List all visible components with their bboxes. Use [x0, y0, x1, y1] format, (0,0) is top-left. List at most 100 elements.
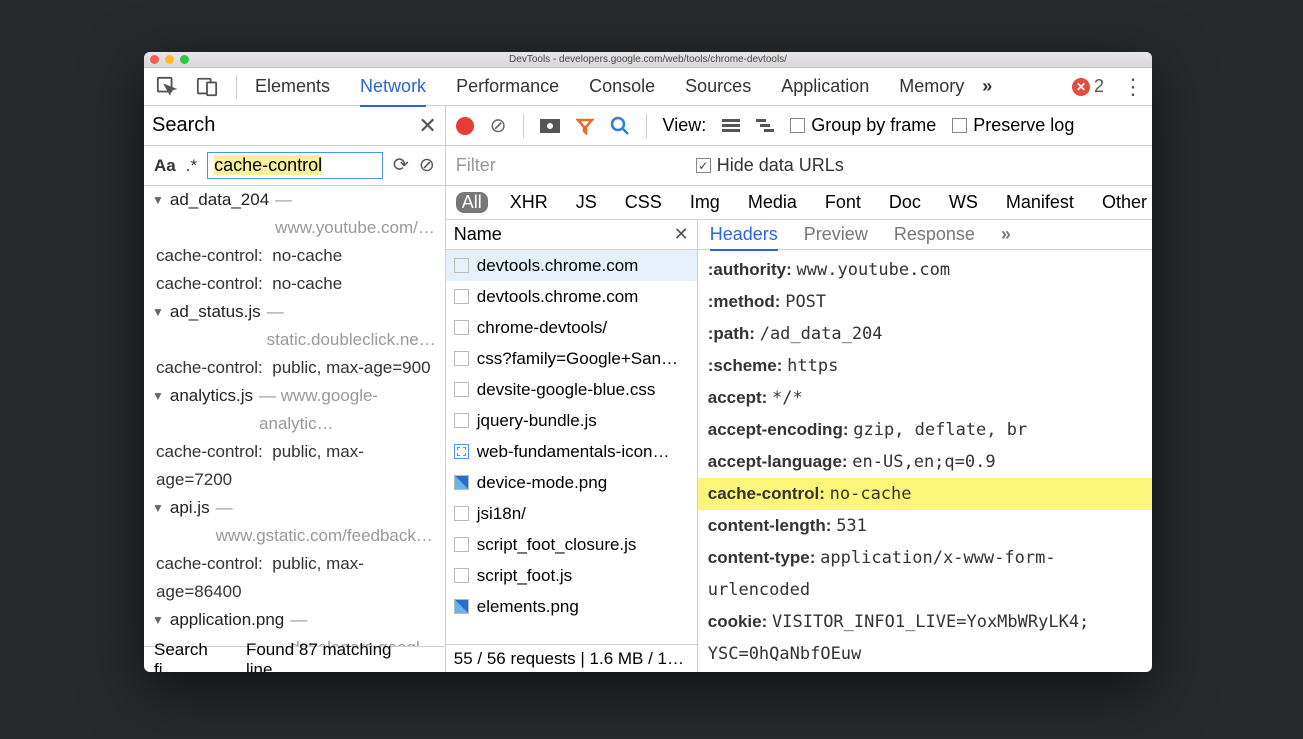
details-tab-preview[interactable]: Preview: [804, 224, 868, 245]
type-filter-img[interactable]: Img: [684, 192, 726, 213]
network-pane: ⊘ View:: [446, 106, 1152, 672]
devtools-tabs: ElementsNetworkPerformanceConsoleSources…: [255, 76, 964, 97]
clear-search-icon[interactable]: ⊘: [419, 154, 435, 177]
error-badge[interactable]: ✕ 2: [1072, 76, 1104, 97]
preserve-log-checkbox[interactable]: [952, 118, 967, 133]
file-icon: [454, 506, 469, 521]
search-result-group[interactable]: ▼api.js — www.gstatic.com/feedback…: [152, 494, 437, 550]
device-toggle-icon[interactable]: [196, 76, 218, 98]
devtools-toolbar: Elements Network Performance Console Sources…: [144, 68, 1152, 106]
request-row[interactable]: devsite-google-blue.css: [446, 374, 697, 405]
request-name: devtools.chrome.com: [477, 256, 639, 276]
request-row[interactable]: devtools.chrome.com: [446, 250, 697, 281]
type-filter-css[interactable]: CSS: [619, 192, 668, 213]
type-filter-other[interactable]: Other: [1096, 192, 1152, 213]
tab-memory[interactable]: Memory: [899, 76, 964, 97]
more-tabs-icon[interactable]: »: [982, 76, 992, 97]
close-search-icon[interactable]: ✕: [418, 113, 436, 139]
search-status-left: Search fi…: [154, 640, 236, 673]
tab-network[interactable]: Network: [360, 76, 426, 107]
minimize-window-icon[interactable]: [165, 55, 174, 64]
tab-console[interactable]: Console: [589, 76, 655, 97]
request-name: elements.png: [477, 597, 579, 617]
type-filter-font[interactable]: Font: [819, 192, 867, 213]
header-row: accept-language: en-US,en;q=0.9: [698, 446, 1152, 478]
request-row[interactable]: devtools.chrome.com: [446, 281, 697, 312]
refresh-search-icon[interactable]: ⟳: [393, 154, 409, 177]
type-filter-ws[interactable]: WS: [943, 192, 984, 213]
search-result-group[interactable]: ▼analytics.js — www.google-analytic…: [152, 382, 437, 438]
search-match[interactable]: cache-control: no-cache: [152, 242, 437, 270]
close-window-icon[interactable]: [150, 55, 159, 64]
header-row: :scheme: https: [698, 350, 1152, 382]
window-titlebar: DevTools - developers.google.com/web/too…: [144, 52, 1152, 68]
tab-sources[interactable]: Sources: [685, 76, 751, 97]
search-match[interactable]: cache-control: no-cache: [152, 270, 437, 298]
search-result-group[interactable]: ▼ad_data_204 — www.youtube.com/…: [152, 186, 437, 242]
waterfall-icon[interactable]: [756, 119, 774, 133]
type-filter-js[interactable]: JS: [570, 192, 603, 213]
separator: [523, 114, 524, 138]
devtools-window: DevTools - developers.google.com/web/too…: [144, 52, 1152, 672]
capture-screenshots-icon[interactable]: [540, 118, 560, 134]
request-row[interactable]: jquery-bundle.js: [446, 405, 697, 436]
type-filter-all[interactable]: All: [456, 192, 488, 213]
request-row[interactable]: script_foot.js: [446, 560, 697, 591]
hide-data-urls-label: Hide data URLs: [717, 155, 844, 176]
hide-data-urls-checkbox[interactable]: ✓: [696, 158, 711, 173]
search-match[interactable]: cache-control: public, max-age=900: [152, 354, 437, 382]
request-row[interactable]: script_foot_closure.js: [446, 529, 697, 560]
header-row: accept: */*: [698, 382, 1152, 414]
traffic-lights[interactable]: [150, 55, 189, 64]
tab-performance[interactable]: Performance: [456, 76, 559, 97]
regex-toggle[interactable]: .*: [186, 156, 197, 176]
request-details: Headers Preview Response » :authority: www.…: [698, 220, 1152, 672]
more-details-tabs-icon[interactable]: »: [1001, 224, 1011, 245]
details-tab-headers[interactable]: Headers: [710, 224, 778, 251]
tab-elements[interactable]: Elements: [255, 76, 330, 97]
match-case-toggle[interactable]: Aa: [154, 156, 176, 176]
search-match[interactable]: cache-control: public, max-age=7200: [152, 438, 437, 494]
filter-icon[interactable]: [576, 117, 594, 135]
type-filter-doc[interactable]: Doc: [883, 192, 927, 213]
search-result-group[interactable]: ▼ad_status.js — static.doubleclick.ne…: [152, 298, 437, 354]
large-rows-icon[interactable]: [722, 119, 740, 133]
request-row[interactable]: css?family=Google+San…: [446, 343, 697, 374]
search-pane: Search ✕ Aa .* cache-control ⟳ ⊘ ▼ad_dat…: [144, 106, 446, 672]
kebab-menu-icon[interactable]: ⋮: [1122, 76, 1144, 98]
request-row[interactable]: device-mode.png: [446, 467, 697, 498]
close-column-icon[interactable]: ✕: [674, 224, 689, 245]
type-filter-row: All XHR JS CSS Img Media Font Doc WS Manifest Othe…: [446, 186, 1152, 220]
request-name: jsi18n/: [477, 504, 526, 524]
header-row: :path: /ad_data_204: [698, 318, 1152, 350]
clear-icon[interactable]: ⊘: [490, 113, 507, 138]
search-match[interactable]: cache-control: public, max-age=86400: [152, 550, 437, 606]
file-icon: [454, 258, 469, 273]
request-row[interactable]: elements.png: [446, 591, 697, 622]
filter-input[interactable]: Filter: [456, 155, 686, 176]
separator: [236, 75, 237, 99]
request-name: script_foot_closure.js: [477, 535, 637, 555]
tab-application[interactable]: Application: [781, 76, 869, 97]
type-filter-manifest[interactable]: Manifest: [1000, 192, 1080, 213]
request-name: chrome-devtools/: [477, 318, 607, 338]
request-name: web-fundamentals-icon…: [477, 442, 670, 462]
record-icon[interactable]: [456, 117, 474, 135]
header-row: cache-control: no-cache: [698, 478, 1152, 510]
request-name: script_foot.js: [477, 566, 572, 586]
inspect-element-icon[interactable]: [156, 76, 178, 98]
header-row: :authority: www.youtube.com: [698, 254, 1152, 286]
request-row[interactable]: chrome-devtools/: [446, 312, 697, 343]
details-tab-response[interactable]: Response: [894, 224, 975, 245]
file-icon: [454, 289, 469, 304]
zoom-window-icon[interactable]: [180, 55, 189, 64]
request-row[interactable]: web-fundamentals-icon…: [446, 436, 697, 467]
type-filter-media[interactable]: Media: [742, 192, 803, 213]
request-row[interactable]: jsi18n/: [446, 498, 697, 529]
header-row: origin: https://www.youtube.com: [698, 670, 1152, 672]
search-input[interactable]: cache-control: [207, 152, 383, 179]
search-icon[interactable]: [610, 116, 630, 136]
group-by-frame-checkbox[interactable]: [790, 118, 805, 133]
file-icon: [454, 351, 469, 366]
type-filter-xhr[interactable]: XHR: [504, 192, 554, 213]
